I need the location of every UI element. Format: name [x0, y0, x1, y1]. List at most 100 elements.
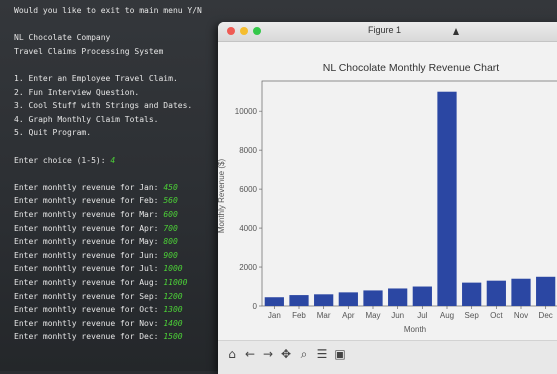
pan-icon[interactable]: ✥ [278, 346, 294, 362]
terminal-line: Enter monhtly revenue for Jan: 450 [14, 181, 178, 195]
x-tick-label: Jan [268, 311, 281, 320]
bar-feb [289, 295, 309, 306]
terminal-input-value: 560 [163, 196, 178, 206]
chart-title: NL Chocolate Monthly Revenue Chart [323, 62, 500, 74]
terminal-line: Would you like to exit to main menu Y/N [14, 4, 202, 18]
x-tick-label: May [365, 311, 380, 320]
terminal-line: Enter monhtly revenue for Dec: 1500 [14, 330, 183, 344]
mouse-cursor-icon [453, 28, 459, 35]
y-tick-label: 6000 [239, 185, 257, 194]
x-tick-label: Sep [465, 311, 480, 320]
terminal-line-text: Enter monhtly revenue for Apr: [14, 223, 164, 233]
bar-series [264, 91, 556, 306]
x-tick-label: Aug [440, 311, 454, 320]
window-titlebar[interactable]: Figure 1 [218, 22, 557, 42]
terminal-input-value: 4 [110, 155, 116, 165]
terminal-input-value: 1200 [163, 291, 183, 301]
x-tick-label: Feb [292, 311, 306, 320]
bar-aug [437, 91, 457, 306]
bar-oct [486, 280, 506, 306]
terminal-line: 1. Enter an Employee Travel Claim. [14, 72, 178, 86]
terminal-line-text: Enter choice (1-5): [14, 155, 111, 165]
close-window-button[interactable] [227, 27, 235, 35]
window-title: Figure 1 [368, 25, 402, 35]
terminal-line-text: Enter monhtly revenue for Oct: [14, 305, 164, 315]
terminal-line: Enter monhtly revenue for Apr: 700 [14, 222, 178, 236]
terminal-line-text: Enter monhtly revenue for Jan: [14, 182, 164, 192]
terminal-line-text: Enter monhtly revenue for Mar: [14, 210, 164, 219]
terminal-line: Enter choice (1-5): 4 [14, 154, 115, 168]
plot-frame [261, 80, 557, 307]
terminal-line-text: Enter monhtly revenue for Nov: [14, 318, 164, 328]
terminal-line: Enter monhtly revenue for Jul: 1000 [14, 262, 183, 276]
terminal-input-value: 11000 [163, 278, 188, 287]
terminal-input-value: 700 [163, 223, 178, 233]
bar-nov [511, 278, 531, 306]
zoom-icon[interactable]: ⌕ [296, 346, 312, 362]
terminal-line: Enter monhtly revenue for Feb: 560 [14, 194, 178, 208]
terminal-line: Travel Claims Processing System [14, 45, 163, 59]
bar-mar [314, 294, 334, 306]
bar-apr [338, 292, 358, 306]
x-tick-label: Oct [490, 311, 503, 320]
terminal-line-text: 4. Graph Monthly Claim Totals. [14, 114, 159, 124]
bar-jan [264, 297, 284, 306]
chart-canvas: NL Chocolate Monthly Revenue Chart Month… [218, 62, 557, 334]
terminal-line-text: Enter monhtly revenue for Feb: [14, 196, 164, 206]
terminal-line-text: 1. Enter an Employee Travel Claim. [14, 74, 178, 83]
terminal-line-text: Enter monhtly revenue for Aug: [14, 278, 164, 287]
maximize-window-button[interactable] [253, 27, 261, 35]
x-tick-label: Apr [342, 311, 355, 320]
home-icon[interactable]: ⌂ [224, 346, 240, 362]
y-tick-label: 8000 [239, 146, 257, 155]
terminal-line: 3. Cool Stuff with Strings and Dates. [14, 99, 192, 113]
bar-may [363, 290, 383, 306]
configure-subplots-icon[interactable]: ☰ [314, 346, 330, 362]
terminal-input-value: 1000 [163, 264, 183, 274]
bar-sep [462, 282, 482, 306]
terminal-line-text: NL Chocolate Company [14, 33, 111, 43]
terminal-input-value: 1300 [163, 305, 183, 315]
terminal-line: NL Chocolate Company [14, 31, 110, 45]
terminal-line: Enter monhtly revenue for Jun: 900 [14, 249, 178, 263]
bar-dec [536, 276, 556, 306]
y-tick-label: 4000 [239, 224, 257, 233]
terminal-line-text: Travel Claims Processing System [14, 46, 164, 56]
terminal-line-text: Enter monhtly revenue for Jul: [14, 264, 164, 274]
terminal-line: Enter monhtly revenue for Nov: 1400 [14, 317, 183, 331]
terminal-line: Enter monhtly revenue for Aug: 11000 [14, 276, 187, 290]
terminal-line-text: Enter monhtly revenue for Jun: [14, 250, 164, 260]
terminal-line-text: Enter monhtly revenue for Sep: [14, 291, 164, 301]
x-tick-label: Dec [539, 311, 553, 320]
y-tick-label: 0 [253, 302, 258, 311]
terminal-line: 4. Graph Monthly Claim Totals. [14, 113, 159, 127]
plot-axes: 0 2000 4000 6000 8000 10000 Jan Feb Mar Apr May Jun… [235, 80, 557, 320]
save-icon[interactable]: ▣ [332, 346, 348, 362]
terminal-input-value: 450 [163, 182, 178, 192]
terminal-line-text: 3. Cool Stuff with Strings and Dates. [14, 101, 193, 111]
terminal-line-text: Enter monhtly revenue for May: [14, 237, 164, 247]
terminal-line: Enter monhtly revenue for Mar: 600 [14, 208, 178, 222]
back-arrow-icon[interactable]: ← [242, 346, 258, 362]
terminal-line: 5. Quit Program. [14, 126, 91, 140]
x-tick-label: Jul [417, 311, 427, 320]
terminal-line: Enter monhtly revenue for Sep: 1200 [14, 290, 183, 304]
figure-window[interactable]: Figure 1 NL Chocolate Monthly Revenue Ch… [218, 22, 557, 374]
x-tick-label: Jun [391, 311, 404, 320]
y-tick-label: 10000 [235, 107, 258, 116]
terminal-line-text: 2. Fun Interview Question. [14, 87, 140, 97]
terminal-input-value: 1400 [163, 318, 183, 328]
terminal-line-text: 5. Quit Program. [14, 128, 92, 138]
y-axis-label: Monthly Revenue ($) [218, 159, 226, 234]
figure-toolbar: ⌂ ← → ✥ ⌕ ☰ ▣ [218, 340, 557, 374]
x-tick-label: Mar [317, 311, 331, 320]
terminal-line-text: Enter monhtly revenue for Dec: [14, 332, 164, 342]
terminal-line: Enter monhtly revenue for Oct: 1300 [14, 303, 183, 317]
terminal-input-value: 900 [163, 250, 178, 260]
forward-arrow-icon[interactable]: → [260, 346, 276, 362]
minimize-window-button[interactable] [240, 27, 248, 35]
bar-jun [388, 288, 408, 306]
x-axis-label: Month [404, 325, 426, 334]
terminal-input-value: 600 [163, 210, 178, 219]
y-tick-label: 2000 [239, 263, 257, 272]
